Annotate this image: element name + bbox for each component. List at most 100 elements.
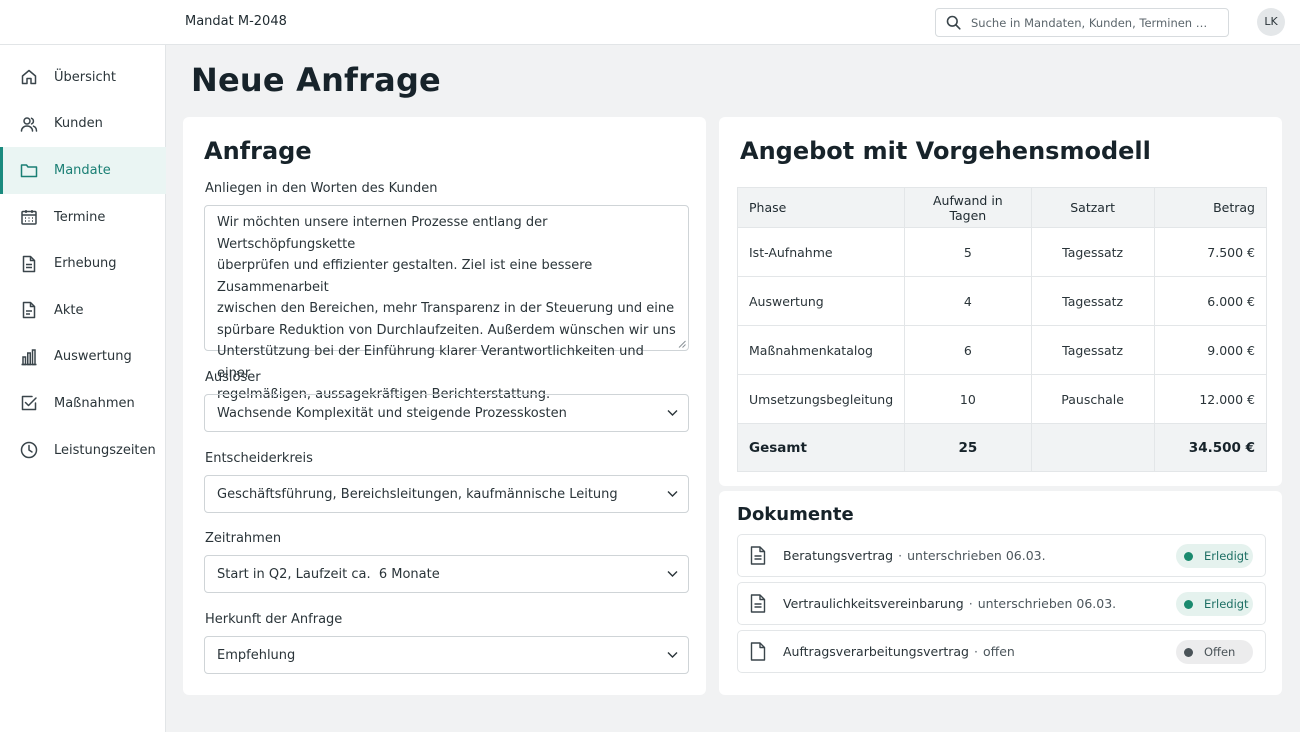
column-header: Phase	[736, 187, 906, 228]
sidebar-item-label: Mandate	[54, 162, 111, 178]
search-box[interactable]: Suche in Mandaten, Kunden, Terminen …	[935, 8, 1229, 37]
table-row[interactable]: Ist-Aufnahme 5 Tagessatz 7.500 €	[736, 227, 1268, 277]
sidebar-item-erhebung[interactable]: Erhebung	[0, 240, 166, 287]
status-label: Offen	[1204, 645, 1236, 659]
trigger-select[interactable]: Wachsende Komplexität und steigende Proz…	[204, 394, 689, 432]
status-dot	[1184, 600, 1193, 609]
status-dot	[1184, 648, 1193, 657]
document-icon	[750, 594, 766, 613]
document-name: Vertraulichkeitsvereinbarung	[783, 596, 964, 611]
concern-line: spürbare Reduktion von Durchlaufzeiten. …	[217, 322, 676, 338]
sidebar-item-label: Termine	[54, 209, 106, 225]
status-badge: Erledigt	[1176, 592, 1253, 616]
chevron-down-icon	[667, 491, 678, 497]
rate-type-cell: Tagessatz	[1030, 227, 1155, 277]
timeframe-value: Start in Q2, Laufzeit ca. 6 Monate	[217, 567, 440, 582]
document-item[interactable]: Vertraulichkeitsvereinbarung · unterschrie…	[737, 582, 1266, 625]
timeframe-select[interactable]: Start in Q2, Laufzeit ca. 6 Monate	[204, 555, 689, 593]
rate-type-cell: Tagessatz	[1030, 325, 1155, 375]
sidebar-item-label: Auswertung	[54, 349, 132, 365]
page-title: Neue Anfrage	[191, 61, 441, 99]
sidebar-item-uebersicht[interactable]: Übersicht	[0, 54, 166, 101]
phase-cell: Auswertung	[736, 276, 906, 326]
concern-line: zwischen den Bereichen, mehr Transparenz…	[217, 301, 675, 316]
sidebar-item-mandate[interactable]: Mandate	[0, 147, 166, 194]
checkbox-icon	[21, 396, 37, 411]
concern-line: überprüfen und effizienter gestalten. Zi…	[217, 258, 593, 295]
separator: ·	[968, 596, 973, 611]
concern-line: Unterstützung bei der Einführung klarer …	[217, 344, 644, 381]
total-amount-cell: 34.500 €	[1153, 423, 1268, 472]
resize-grip-icon[interactable]	[678, 340, 686, 348]
table-row[interactable]: Maßnahmenkatalog 6 Tagessatz 9.000 €	[736, 325, 1268, 375]
search-input[interactable]: Suche in Mandaten, Kunden, Terminen …	[971, 16, 1207, 30]
phase-cell: Maßnahmenkatalog	[736, 325, 906, 375]
document-name: Beratungsvertrag	[783, 548, 894, 563]
total-label-cell: Gesamt	[736, 423, 906, 472]
sidebar-item-kunden[interactable]: Kunden	[0, 101, 166, 148]
sidebar-item-label: Akte	[54, 302, 84, 318]
breadcrumb[interactable]: Mandat M-2048	[185, 14, 287, 29]
table-row[interactable]: Auswertung 4 Tagessatz 6.000 €	[736, 276, 1268, 326]
sidebar-item-auswertung[interactable]: Auswertung	[0, 334, 166, 381]
sidebar-item-label: Erhebung	[54, 256, 117, 272]
clock-icon	[20, 441, 38, 459]
status-badge: Offen	[1176, 640, 1253, 664]
concern-line: Wir möchten unsere internen Prozesse ent…	[217, 215, 548, 252]
amount-cell: 6.000 €	[1153, 276, 1268, 326]
inquiry-card: Anfrage Anliegen in den Worten des Kunde…	[183, 117, 706, 695]
sidebar-item-leistungszeiten[interactable]: Leistungszeiten	[0, 427, 166, 474]
sidebar-item-label: Leistungszeiten	[54, 442, 156, 458]
sidebar-item-label: Maßnahmen	[54, 395, 135, 411]
avatar[interactable]: LK	[1257, 8, 1285, 36]
status-label: Erledigt	[1204, 597, 1249, 611]
sidebar-nav: Übersicht Kunden Mandate Termine Erhebun…	[0, 54, 166, 473]
deciders-label: Entscheiderkreis	[205, 451, 313, 466]
rate-type-cell: Pauschale	[1030, 374, 1155, 424]
top-bar: Mandat M-2048 Suche in Mandaten, Kunden,…	[0, 0, 1300, 45]
origin-select[interactable]: Empfehlung	[204, 636, 689, 674]
separator: ·	[973, 644, 978, 659]
document-icon	[750, 546, 766, 565]
days-cell: 6	[904, 325, 1032, 375]
amount-cell: 12.000 €	[1153, 374, 1268, 424]
total-days-cell: 25	[904, 423, 1032, 472]
table-row[interactable]: Umsetzungsbegleitung 10 Pauschale 12.000…	[736, 374, 1268, 424]
calendar-icon	[21, 210, 37, 225]
concern-label: Anliegen in den Worten des Kunden	[205, 181, 438, 196]
sidebar-item-massnahmen[interactable]: Maßnahmen	[0, 380, 166, 427]
offer-table: Phase Aufwand in Tagen Satzart Betrag Is…	[736, 187, 1268, 472]
column-header: Betrag	[1153, 187, 1268, 228]
separator: ·	[898, 548, 903, 563]
timeframe-label: Zeitrahmen	[205, 531, 282, 546]
offer-title: Angebot mit Vorgehensmodell	[740, 137, 1151, 165]
offer-card: Angebot mit Vorgehensmodell Phase Aufwan…	[719, 117, 1282, 486]
origin-label: Herkunft der Anfrage	[205, 612, 343, 627]
file-icon	[22, 302, 36, 319]
concern-textarea[interactable]: Wir möchten unsere internen Prozesse ent…	[204, 205, 689, 402]
amount-cell: 9.000 €	[1153, 325, 1268, 375]
file-icon	[750, 642, 766, 661]
inquiry-title: Anfrage	[204, 137, 312, 165]
trigger-label: Auslöser	[205, 370, 261, 385]
folder-icon	[20, 164, 38, 178]
total-rate-cell	[1030, 423, 1155, 472]
days-cell: 5	[904, 227, 1032, 277]
users-icon	[20, 117, 38, 132]
document-item[interactable]: Beratungsvertrag · unterschrieben 06.03. E…	[737, 534, 1266, 577]
sidebar-item-akte[interactable]: Akte	[0, 287, 166, 334]
document-item[interactable]: Auftragsverarbeitungsvertrag · offen Offen	[737, 630, 1266, 673]
column-header: Satzart	[1030, 187, 1155, 228]
status-label: Erledigt	[1204, 549, 1249, 563]
chevron-down-icon	[667, 410, 678, 416]
chevron-down-icon	[667, 571, 678, 577]
days-cell: 10	[904, 374, 1032, 424]
phase-cell: Umsetzungsbegleitung	[736, 374, 906, 424]
home-icon	[21, 70, 37, 85]
amount-cell: 7.500 €	[1153, 227, 1268, 277]
document-name: Auftragsverarbeitungsvertrag	[783, 644, 969, 659]
sidebar-item-termine[interactable]: Termine	[0, 194, 166, 241]
deciders-select[interactable]: Geschäftsführung, Bereichsleitungen, kau…	[204, 475, 689, 513]
status-badge: Erledigt	[1176, 544, 1253, 568]
sidebar: Übersicht Kunden Mandate Termine Erhebun…	[0, 0, 166, 732]
